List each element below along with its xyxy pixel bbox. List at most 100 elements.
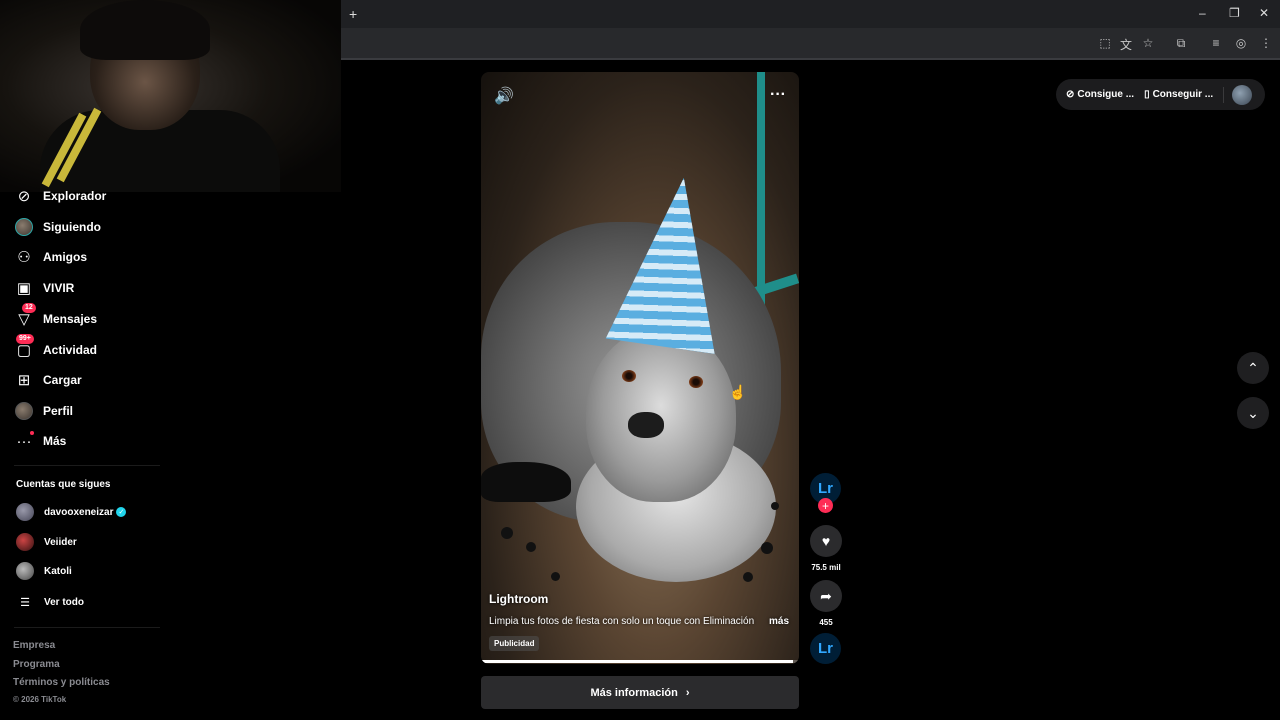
account-name: davooxeneizar [44,506,114,518]
video-scene-dog-eye [622,370,636,382]
notification-dot [30,431,34,435]
follow-plus-icon[interactable]: + [818,498,833,513]
see-all-label: Ver todo [44,596,85,608]
sidebar-item-label: Explorador [43,189,107,203]
following-account[interactable]: davooxeneizar ✓ [16,503,127,521]
messages-badge: 12 [22,303,36,313]
following-avatar [14,217,34,237]
sidebar-item-perfil[interactable]: Perfil [14,399,73,423]
live-icon: ▣ [16,280,32,297]
following-section-title: Cuentas que sigues [16,479,111,490]
close-window-button[interactable]: ✕ [1259,6,1269,20]
more-info-label: Más información [590,686,678,699]
like-count: 75.5 mil [811,563,841,572]
sidebar-item-mensajes[interactable]: ▽ 12 Mensajes [14,303,98,331]
sidebar-item-label: Mensajes [43,312,98,326]
webcam-hair [80,0,210,60]
top-right-actions: ⊘ Consigue ... ▯ Conseguir ... [1056,79,1265,110]
user-avatar[interactable] [1232,84,1253,105]
avatar [16,562,34,580]
sidebar-item-mas[interactable]: ··· Más [14,429,66,453]
avatar [16,503,34,521]
sidebar-item-vivir[interactable]: ▣ VIVIR [14,276,74,300]
account-name: Veiider [44,536,77,548]
music-disc[interactable]: Lr [810,633,841,664]
compass-icon: ⊘ [17,188,31,205]
hand-cursor-icon: ☝ [729,384,747,400]
sidebar-item-label: Cargar [43,373,82,387]
footer-link-programa[interactable]: Programa [13,659,60,670]
following-account[interactable]: Katoli [16,562,72,580]
next-video-button[interactable]: ⌄ [1237,397,1269,429]
get-app-button[interactable]: ▯ Conseguir ... [1144,89,1213,100]
friends-icon: ⚇ [17,249,31,266]
restore-button[interactable]: ❐ [1229,6,1240,20]
share-button[interactable]: ➦ [810,580,842,612]
profile-avatar [14,401,34,421]
video-progress-bar[interactable] [481,660,799,663]
browser-address-bar[interactable]: ⬚ 文 ☆ ⧉ ≡ ◎ ⋮ [341,28,1280,60]
see-all-link[interactable]: ☰ Ver todo [16,593,84,611]
chevron-up-icon: ⌃ [1247,359,1259,376]
phone-icon: ▯ [1144,89,1150,100]
sidebar-divider [14,465,160,466]
confetti [551,572,560,581]
sidebar-item-explorador[interactable]: ⊘ Explorador [14,184,107,208]
page: + – ❐ ✕ ⬚ 文 ☆ ⧉ ≡ ◎ ⋮ ⊘ Explorador Sigui… [0,0,1280,720]
messages-icon: ▽ 12 [14,303,36,329]
activity-badge: 99+ [16,334,34,344]
video-caption: Limpia tus fotos de fiesta con solo un t… [489,616,755,627]
more-options-icon[interactable]: ··· [770,86,786,104]
ad-label: Publicidad [489,636,540,651]
sidebar-item-siguiendo[interactable]: Siguiendo [14,215,101,239]
video-player[interactable]: 🔊 ··· Lightroom Limpia tus fotos de fies… [481,72,799,664]
translate-icon[interactable]: 文 [1118,36,1134,53]
verified-icon: ✓ [116,507,127,517]
sidebar-item-label: Actividad [43,343,98,357]
get-coins-button[interactable]: ⊘ Consigue ... [1066,89,1134,100]
confetti [501,527,513,539]
caption-more-link[interactable]: más [769,616,789,627]
profile-icon[interactable]: ◎ [1233,36,1249,50]
sidebar-item-cargar[interactable]: ⊞ Cargar [14,368,82,392]
share-icon: ➦ [820,587,832,604]
confetti [761,542,773,554]
sidebar-item-actividad[interactable]: ▢ 99+ Actividad [14,334,98,362]
webcam-overlay [0,0,341,192]
more-info-button[interactable]: Más información › [481,676,799,709]
minimize-button[interactable]: – [1199,6,1206,20]
footer-link-terminos[interactable]: Términos y políticas [13,677,110,688]
video-progress-fill [481,660,793,663]
confetti [771,502,779,510]
sidebar-divider [14,627,160,628]
copyright: © 2026 TikTok [13,695,67,704]
avatar [16,533,34,551]
new-tab-button[interactable]: + [349,6,357,22]
like-button[interactable]: ♥ [810,525,842,557]
more-icon: ··· [14,431,34,451]
account-name: Katoli [44,565,72,577]
sidebar-item-amigos[interactable]: ⚇ Amigos [14,245,87,269]
previous-video-button[interactable]: ⌃ [1237,352,1269,384]
chevron-down-icon: ⌄ [1247,404,1259,421]
install-icon[interactable]: ⬚ [1097,36,1113,50]
sidebar-item-label: Perfil [43,404,74,418]
media-icon[interactable]: ≡ [1208,36,1224,50]
volume-icon[interactable]: 🔊 [494,86,514,106]
sidebar-item-label: Más [43,434,67,448]
following-account[interactable]: Veiider [16,533,77,551]
star-icon[interactable]: ☆ [1140,36,1156,50]
confetti [526,542,536,552]
pill-divider [1223,86,1225,103]
upload-icon: ⊞ [17,372,31,389]
footer-link-empresa[interactable]: Empresa [13,640,55,651]
share-count: 455 [819,618,833,627]
sidebar-item-label: Siguiendo [43,220,101,234]
get-app-label: Conseguir ... [1152,89,1214,100]
extensions-icon[interactable]: ⧉ [1173,36,1189,51]
coin-icon: ⊘ [1066,89,1075,100]
video-author[interactable]: Lightroom [489,592,548,606]
video-scene-shoe [481,462,571,502]
get-coins-label: Consigue ... [1077,89,1135,100]
menu-icon[interactable]: ⋮ [1258,36,1274,50]
